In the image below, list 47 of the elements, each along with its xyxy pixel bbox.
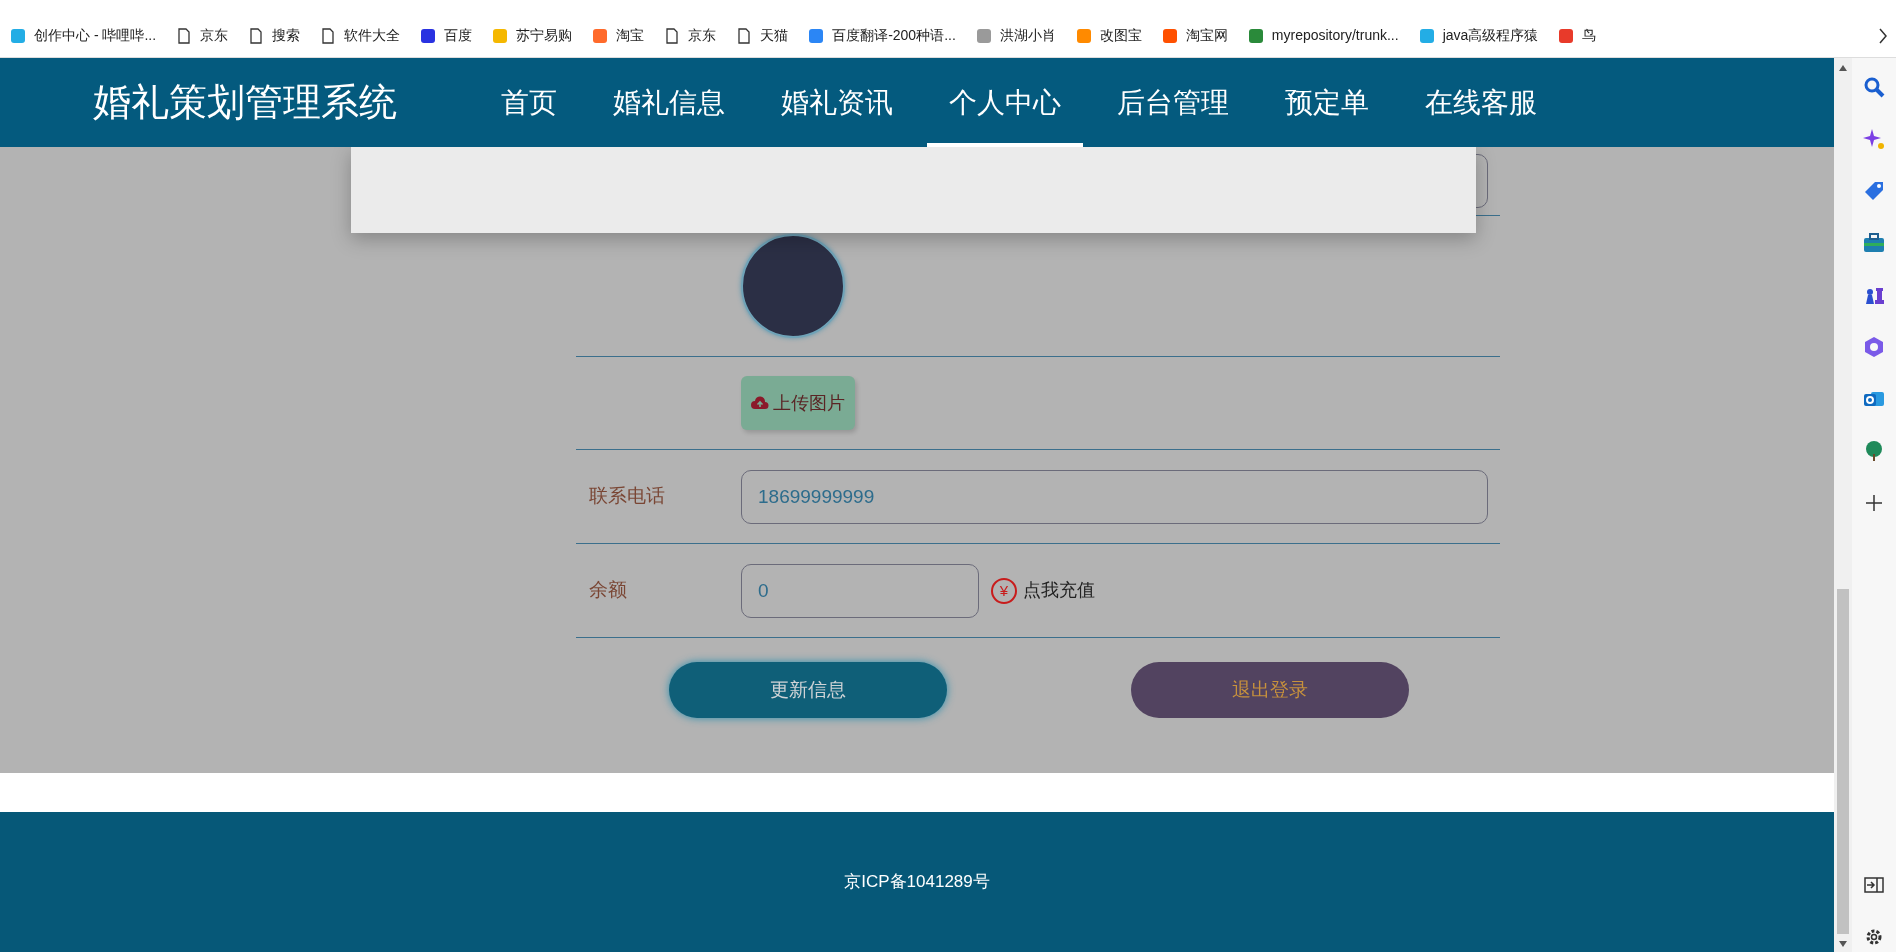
bookmark-link[interactable]: 创作中心 - 哔哩哔... bbox=[34, 25, 157, 46]
field-label: 联系电话 bbox=[588, 484, 666, 509]
nav-link[interactable]: 首页 bbox=[479, 58, 579, 147]
page-icon bbox=[248, 27, 265, 44]
field-label: 余额 bbox=[588, 578, 628, 603]
bookmark-link[interactable]: 淘宝网 bbox=[1185, 25, 1228, 46]
bookmark-link[interactable]: myrepository/trunk... bbox=[1271, 25, 1399, 46]
cloud-upload-icon bbox=[751, 396, 769, 410]
chevron-right-icon[interactable] bbox=[1878, 27, 1888, 44]
bookmark-link[interactable]: 京东 bbox=[688, 25, 717, 46]
tag-icon[interactable] bbox=[1863, 180, 1885, 202]
page-icon bbox=[736, 27, 753, 44]
panel-icon[interactable] bbox=[1863, 874, 1885, 896]
bookmark-link[interactable]: 洪湖小肖 bbox=[999, 25, 1056, 46]
footer-text: 京ICP备1041289号 bbox=[844, 871, 990, 894]
site-title: 婚礼策划管理系统 bbox=[93, 80, 397, 125]
upload-button[interactable]: 上传图片 bbox=[741, 376, 855, 430]
bookmark-link[interactable]: 淘宝 bbox=[616, 25, 645, 46]
nav-link[interactable]: 婚礼信息 bbox=[591, 58, 747, 147]
ring-icon[interactable] bbox=[1863, 336, 1885, 358]
page-icon bbox=[664, 27, 681, 44]
sparkle-icon[interactable] bbox=[1863, 128, 1885, 150]
briefcase-icon[interactable] bbox=[1863, 232, 1885, 254]
bookmark-link[interactable]: 百度 bbox=[444, 25, 473, 46]
bookmark-link[interactable]: 百度翻译-200种语... bbox=[832, 25, 956, 46]
scrollbar-thumb[interactable] bbox=[1837, 589, 1849, 934]
bookmark-link[interactable]: 鸟 bbox=[1582, 25, 1597, 46]
plus-icon[interactable] bbox=[1863, 492, 1885, 514]
bookmark-link[interactable]: 软件大全 bbox=[344, 25, 401, 46]
nav-link[interactable]: 婚礼资讯 bbox=[759, 58, 915, 147]
bookmark-link[interactable]: java高级程序猿 bbox=[1442, 25, 1539, 46]
recharge-link[interactable]: 点我充值 bbox=[1023, 577, 1095, 604]
page-icon bbox=[176, 27, 193, 44]
bookmark-link[interactable]: 搜索 bbox=[272, 25, 301, 46]
update-button[interactable]: 更新信息 bbox=[669, 662, 947, 718]
search-icon[interactable] bbox=[1863, 76, 1885, 98]
nav-link[interactable]: 在线客服 bbox=[1403, 58, 1559, 147]
bookmark-link[interactable]: 京东 bbox=[200, 25, 229, 46]
nav-link[interactable]: 预定单 bbox=[1263, 58, 1391, 147]
tree-icon[interactable] bbox=[1863, 440, 1885, 462]
scroll-up-icon[interactable] bbox=[1838, 64, 1848, 72]
bookmark-link[interactable]: 苏宁易购 bbox=[516, 25, 573, 46]
bookmark-link[interactable]: 改图宝 bbox=[1099, 25, 1142, 46]
page-icon bbox=[320, 27, 337, 44]
scroll-down-icon[interactable] bbox=[1838, 940, 1848, 948]
bookmark-link[interactable]: 天猫 bbox=[760, 25, 789, 46]
nav-link[interactable]: 后台管理 bbox=[1095, 58, 1251, 147]
